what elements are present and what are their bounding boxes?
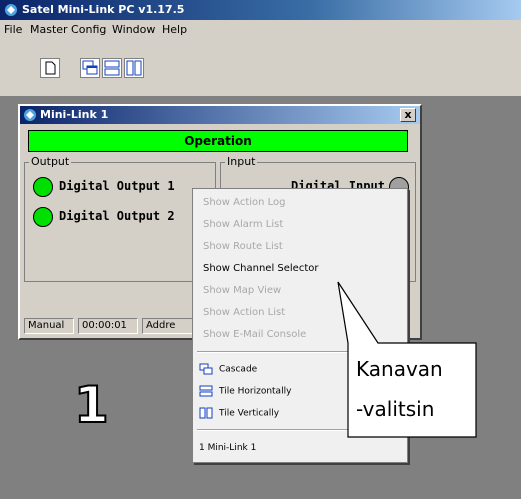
input-group-label: Input [225, 155, 258, 168]
menu-show-channel-selector[interactable]: Show Channel Selector [203, 263, 318, 274]
cascade-icon [82, 60, 98, 75]
tile-horizontally-button[interactable] [102, 58, 122, 78]
menu-help[interactable]: Help [162, 23, 187, 36]
application-window: Satel Mini-Link PC v1.17.5 File Master C… [0, 0, 521, 499]
menu-show-alarm-list[interactable]: Show Alarm List [203, 219, 283, 230]
menu-bar: File Master Config Window Help [0, 20, 521, 40]
output-group-label: Output [29, 155, 72, 168]
menu-window-mini-link-1[interactable]: 1 Mini-Link 1 [199, 443, 256, 453]
status-time: 00:00:01 [78, 318, 138, 334]
menu-show-action-log[interactable]: Show Action Log [203, 197, 286, 208]
output-led-2 [33, 207, 53, 227]
context-menu: Show Action Log Show Alarm List Show Rou… [192, 188, 408, 463]
close-button[interactable]: x [400, 108, 416, 122]
app-title: Satel Mini-Link PC v1.17.5 [22, 3, 185, 16]
output-label-2: Digital Output 2 [59, 209, 175, 223]
menu-show-map-view[interactable]: Show Map View [203, 285, 281, 296]
menu-separator [197, 429, 403, 431]
menu-show-action-list[interactable]: Show Action List [203, 307, 285, 318]
menu-cascade-label: Cascade [219, 364, 258, 375]
callout-text-line1: Kanavan [356, 357, 443, 381]
menu-show-route-list[interactable]: Show Route List [203, 241, 283, 252]
operation-status-bar: Operation [28, 130, 408, 152]
menu-tile-vertically-label: Tile Vertically [219, 408, 280, 419]
app-icon [5, 4, 17, 16]
tile-horizontally-icon [199, 385, 213, 397]
mini-link-title-bar[interactable]: Mini-Link 1 x [20, 106, 420, 124]
tile-vertically-button[interactable] [124, 58, 144, 78]
menu-cascade[interactable]: Cascade [199, 363, 257, 375]
output-led-1 [33, 177, 53, 197]
mini-link-title: Mini-Link 1 [40, 108, 109, 121]
tile-horizontally-icon [104, 60, 120, 76]
new-icon [45, 61, 56, 75]
step-number-one: 1 [73, 378, 110, 428]
menu-master-config[interactable]: Master Config [30, 23, 106, 36]
cascade-button[interactable] [80, 58, 100, 78]
toolbar [0, 40, 521, 97]
status-address: Addre [142, 318, 194, 334]
menu-tile-vertically[interactable]: Tile Vertically [199, 407, 279, 419]
status-mode: Manual [24, 318, 74, 334]
new-button[interactable] [40, 58, 60, 78]
output-group: Output Digital Output 1 Digital Output 2 [24, 155, 216, 282]
tile-vertically-icon [126, 60, 142, 76]
cascade-icon [199, 363, 213, 375]
callout-text-line2: -valitsin [356, 397, 435, 421]
step-number-text: 1 [74, 378, 109, 428]
output-label-1: Digital Output 1 [59, 179, 175, 193]
tile-vertically-icon [199, 407, 213, 419]
menu-tile-horizontally-label: Tile Horizontally [219, 386, 292, 397]
menu-file[interactable]: File [4, 23, 22, 36]
menu-tile-horizontally[interactable]: Tile Horizontally [199, 385, 291, 397]
menu-separator [197, 351, 403, 353]
menu-window[interactable]: Window [112, 23, 155, 36]
mini-link-icon [24, 109, 36, 121]
menu-show-email-console[interactable]: Show E-Mail Console [203, 329, 306, 340]
app-title-bar[interactable]: Satel Mini-Link PC v1.17.5 [0, 0, 521, 20]
